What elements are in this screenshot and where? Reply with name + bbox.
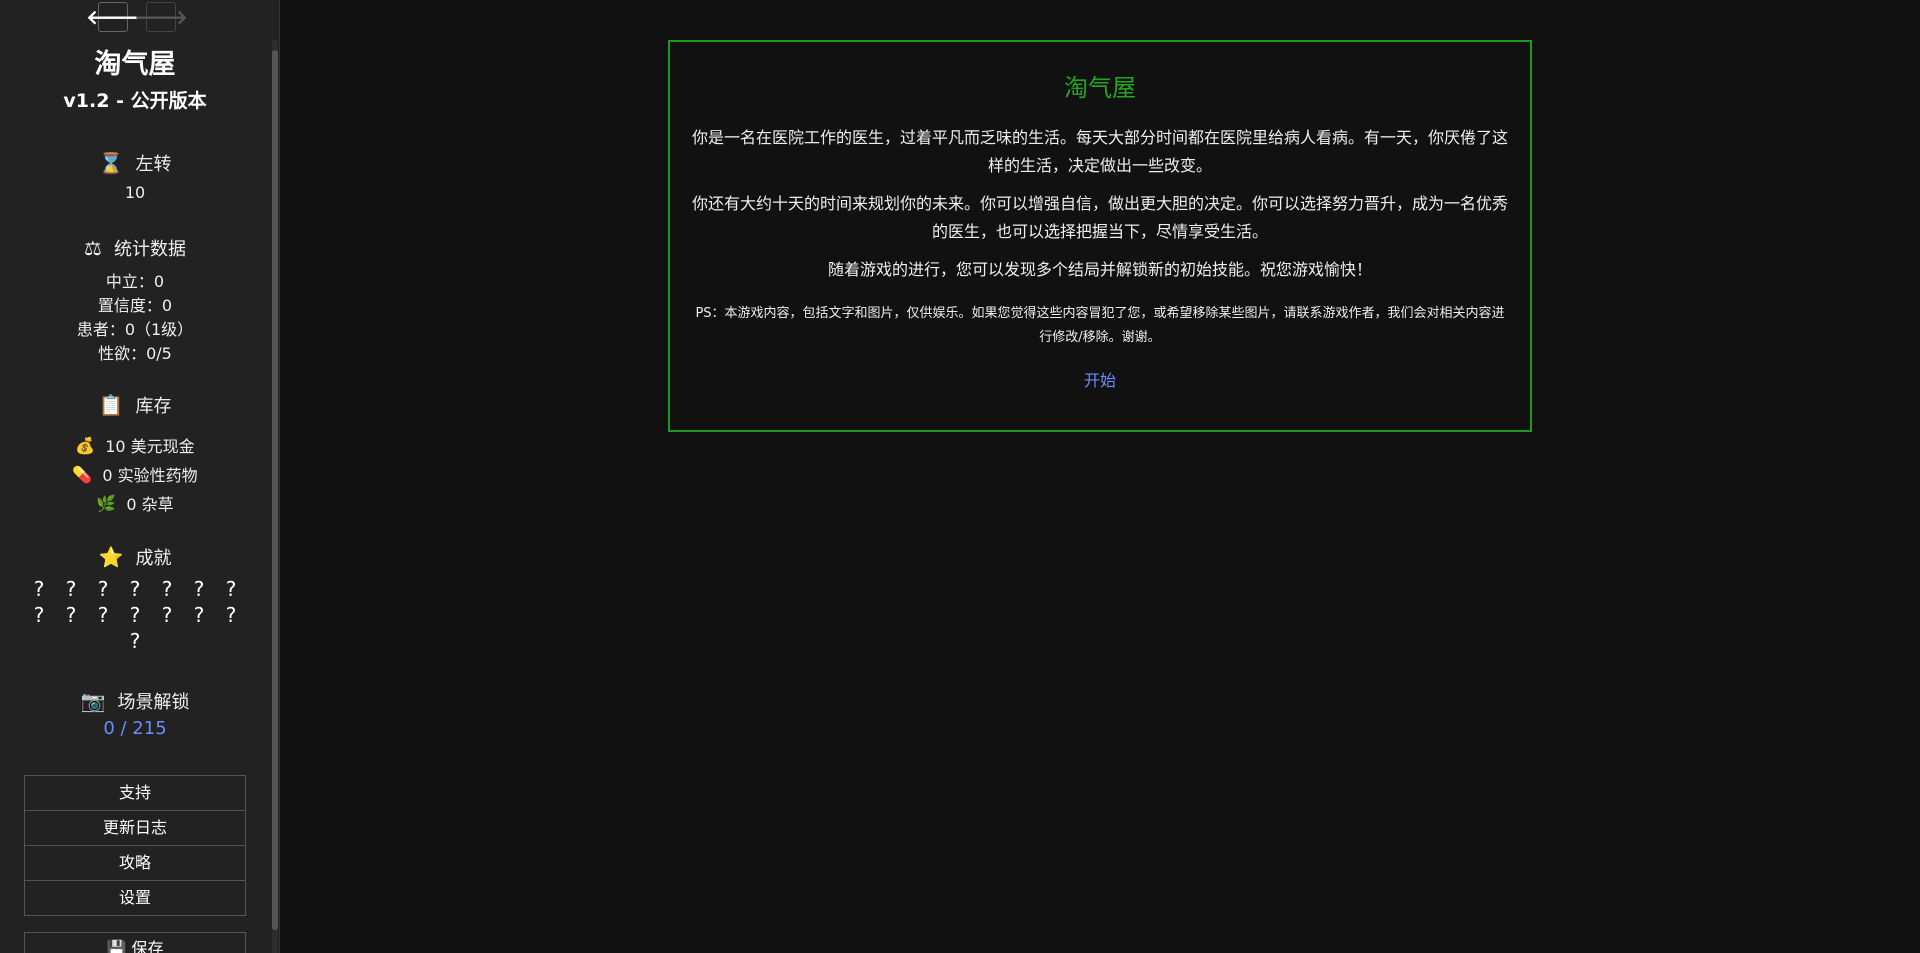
arrow-left-icon: 🡐	[86, 5, 140, 29]
achievements-header: ⭐ 成就	[0, 544, 270, 570]
passage-title: 淘气屋	[1064, 74, 1136, 102]
camera-icon: 📷	[80, 689, 106, 713]
menu-support-button[interactable]: 支持	[25, 776, 245, 811]
turns-label: 左转	[135, 154, 172, 175]
achievement-locked[interactable]: ?	[126, 603, 144, 627]
inventory-item-text: 10 美元现金	[105, 437, 195, 456]
achievement-locked[interactable]: ?	[62, 577, 80, 601]
achievement-locked[interactable]: ?	[190, 577, 208, 601]
passage-disclaimer: PS：本游戏内容，包括文字和图片，仅供娱乐。如果您觉得这些内容冒犯了您，或希望移…	[695, 306, 1505, 345]
achievement-locked[interactable]: ?	[222, 603, 240, 627]
achievements-label: 成就	[135, 548, 172, 569]
start-link[interactable]: 开始	[670, 367, 1530, 391]
achievement-locked[interactable]: ?	[158, 603, 176, 627]
inventory-header: 📋 库存	[0, 392, 270, 418]
stat-neutral: 中立：0	[105, 272, 165, 291]
passage-paragraph: 随着游戏的进行，您可以发现多个结局并解锁新的初始技能。祝您游戏愉快！	[827, 260, 1372, 279]
scales-icon: ⚖	[84, 236, 102, 260]
inventory-item-text: 0 实验性药物	[102, 466, 198, 485]
scenes-label: 场景解锁	[117, 692, 190, 713]
herb-icon: 🌿	[96, 493, 117, 513]
arrow-right-icon: 🡒	[134, 5, 188, 29]
stats-header: ⚖ 统计数据	[0, 235, 270, 261]
achievement-locked[interactable]: ?	[222, 577, 240, 601]
achievement-locked[interactable]: ?	[126, 577, 144, 601]
turns-value: 10	[124, 183, 146, 202]
stat-libido: 性欲：0/5	[98, 344, 172, 363]
floppy-disk-icon: 💾	[106, 939, 127, 953]
star-icon: ⭐	[98, 545, 124, 569]
passage-paragraph: 你是一名在医院工作的医生，过着平凡而乏味的生活。每天大部分时间都在医院里给病人看…	[691, 128, 1508, 175]
sidebar-scrollbar[interactable]	[272, 40, 278, 953]
achievement-locked[interactable]: ?	[126, 629, 144, 653]
clipboard-icon: 📋	[98, 393, 124, 417]
achievements-grid: ? ? ? ? ? ? ? ? ? ? ? ? ? ? ?	[25, 577, 245, 653]
money-bag-icon: 💰	[75, 435, 96, 455]
passage-paragraph: 你还有大约十天的时间来规划你的未来。你可以增强自信，做出更大胆的决定。你可以选择…	[691, 194, 1508, 241]
story-title: 淘气屋	[94, 49, 176, 80]
turns-header: ⌛ 左转	[0, 150, 270, 176]
stat-patients: 患者：0（1级）	[76, 320, 194, 339]
scenes-header: 📷 场景解锁	[0, 688, 270, 714]
inventory-item-drugs: 💊 0 实验性药物	[0, 462, 270, 486]
scenes-unlocked-link[interactable]: 0 / 215	[0, 718, 270, 739]
story-subtitle: v1.2 - 公开版本	[63, 90, 207, 112]
menu-settings-button[interactable]: 设置	[25, 881, 245, 915]
stats-label: 统计数据	[113, 239, 186, 260]
history-forward-button[interactable]: 🡒	[134, 2, 188, 32]
history-controls: 🡐 🡒	[86, 2, 188, 32]
menu-guide-button[interactable]: 攻略	[25, 846, 245, 881]
hourglass-icon: ⌛	[98, 151, 124, 175]
achievement-locked[interactable]: ?	[158, 577, 176, 601]
passage-box: 淘气屋 你是一名在医院工作的医生，过着平凡而乏味的生活。每天大部分时间都在医院里…	[668, 40, 1532, 432]
stat-confidence: 置信度：0	[97, 296, 173, 315]
achievement-locked[interactable]: ?	[62, 603, 80, 627]
achievement-locked[interactable]: ?	[94, 577, 112, 601]
sidebar-menu: 支持 更新日志 攻略 设置	[24, 775, 246, 916]
achievement-locked[interactable]: ?	[30, 603, 48, 627]
inventory-label: 库存	[135, 396, 172, 417]
save-button[interactable]: 💾 保存	[24, 932, 246, 953]
achievement-locked[interactable]: ?	[190, 603, 208, 627]
save-label: 保存	[131, 939, 164, 953]
inventory-item-text: 0 杂草	[126, 495, 174, 514]
scrollbar-thumb[interactable]	[272, 50, 278, 930]
sidebar: 🡐 🡒 淘气屋 v1.2 - 公开版本 ⌛ 左转 10 ⚖ 统计数据 中立：0 …	[0, 0, 280, 953]
history-back-button[interactable]: 🡐	[86, 2, 140, 32]
inventory-item-weed: 🌿 0 杂草	[0, 491, 270, 515]
inventory-item-cash: 💰 10 美元现金	[0, 433, 270, 457]
pill-icon: 💊	[72, 464, 93, 484]
achievement-locked[interactable]: ?	[30, 577, 48, 601]
achievement-locked[interactable]: ?	[94, 603, 112, 627]
menu-changelog-button[interactable]: 更新日志	[25, 811, 245, 846]
